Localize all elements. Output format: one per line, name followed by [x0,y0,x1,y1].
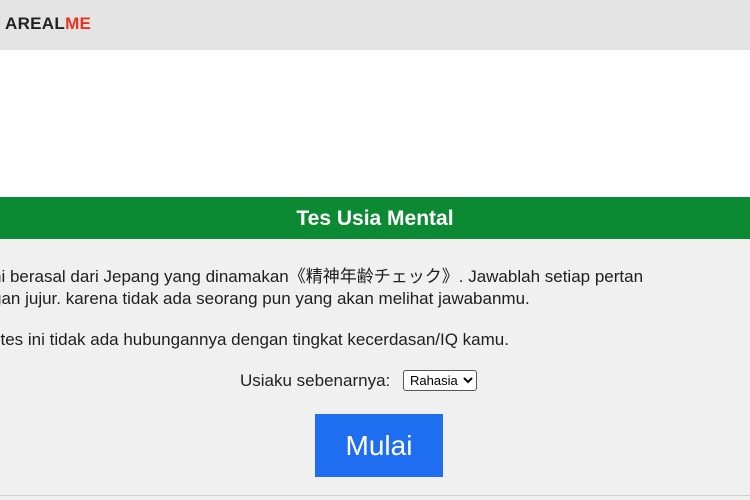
start-button[interactable]: Mulai [315,414,443,477]
logo-text-me: ME [65,14,92,33]
logo-text-areal: AREAL [5,14,66,33]
bottom-divider [0,495,750,496]
age-select[interactable]: Rahasia [403,370,477,391]
quiz-title-bar: Tes Usia Mental [0,197,750,239]
age-label: Usiaku sebenarnya: [240,371,391,390]
quiz-title: Tes Usia Mental [296,207,454,230]
intro-text-line-1: ni berasal dari Jepang yang dinamakan《精神… [0,267,644,286]
top-bar: AREALME [0,0,750,50]
blank-banner-area [0,50,750,197]
age-row: Usiaku sebenarnya: Rahasia [240,370,477,391]
intro-text-line-2: gan jujur. karena tidak ada seorang pun … [0,289,530,308]
site-logo[interactable]: AREALME [5,14,91,34]
iq-note-text: l tes ini tidak ada hubungannya dengan t… [0,330,509,349]
